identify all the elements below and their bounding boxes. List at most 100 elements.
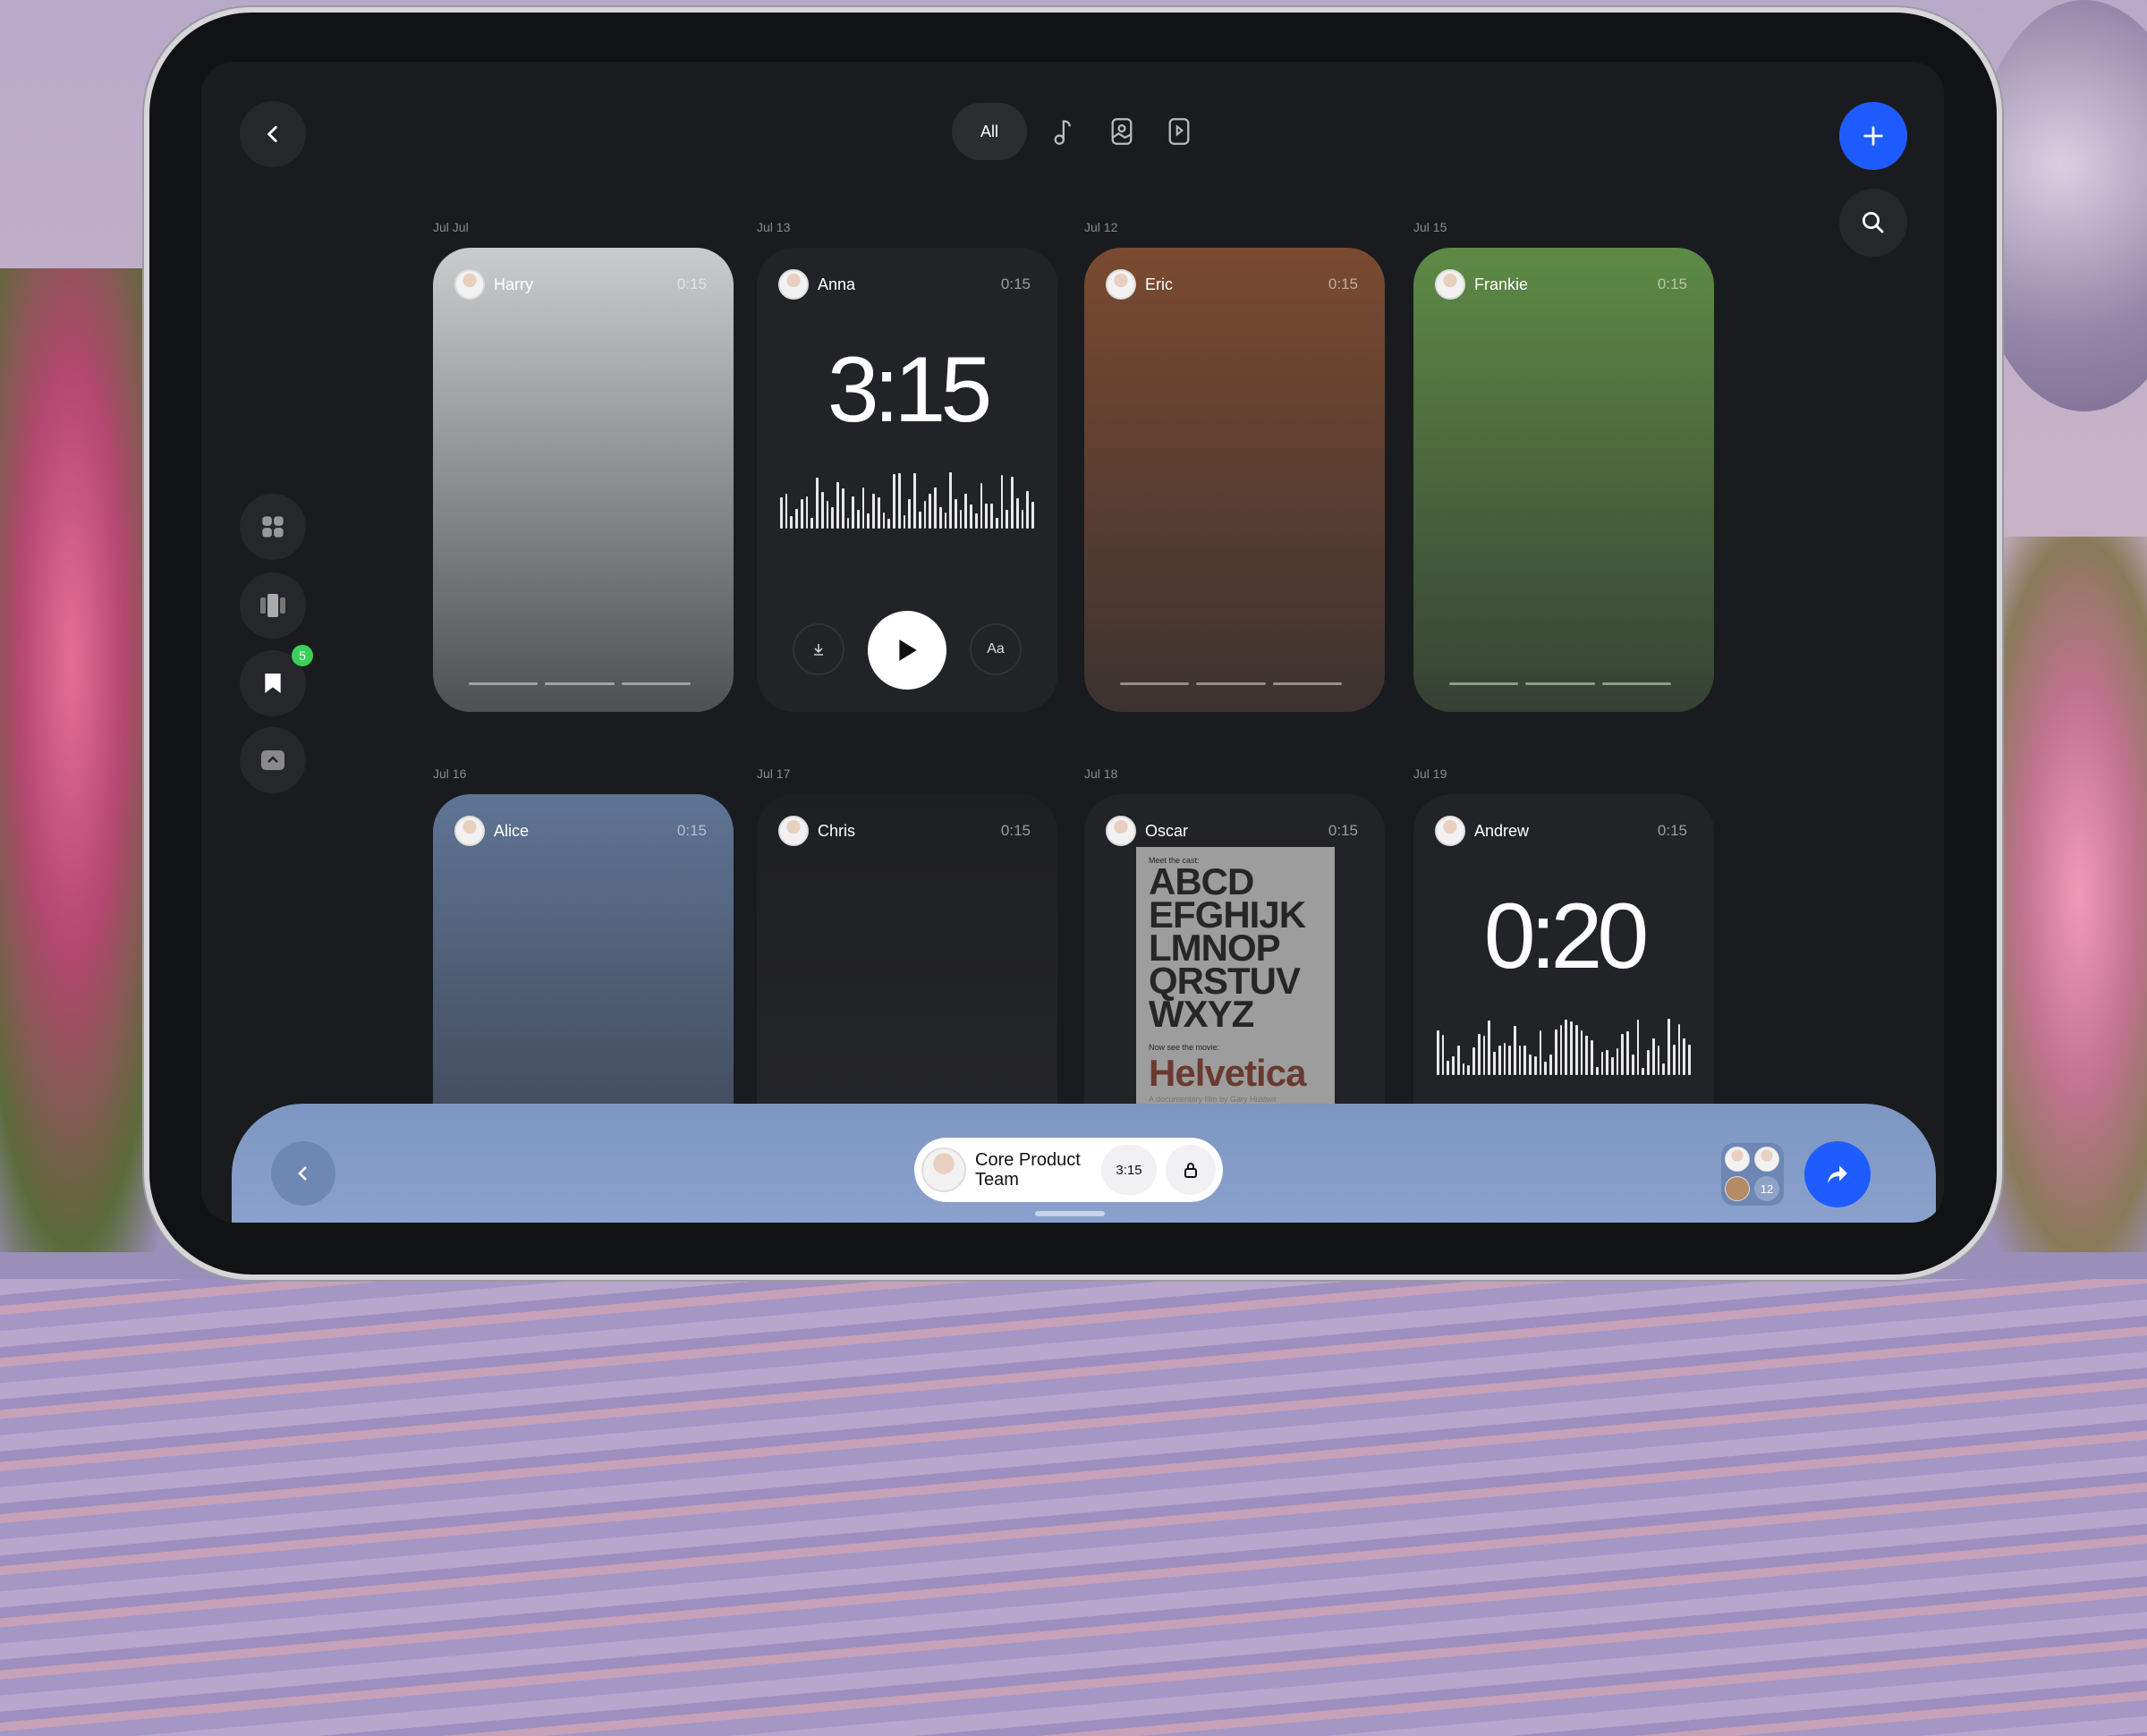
waveform-bar [1631, 1054, 1634, 1075]
duration: 0:15 [1000, 822, 1031, 839]
waveform-bar [1600, 1052, 1604, 1075]
poster-letters: WXYZ [1149, 993, 1254, 1035]
waveform-bar [852, 496, 855, 529]
add-button[interactable] [1839, 102, 1907, 170]
sidebar-item-bookmarks[interactable]: 5 [240, 645, 313, 716]
download-button[interactable] [793, 623, 844, 675]
author-name: Andrew [1474, 821, 1530, 840]
waveform-bar [887, 519, 891, 529]
waveform [780, 471, 1034, 529]
bottom-back-button[interactable] [271, 1141, 335, 1206]
download-icon [814, 644, 823, 656]
waveform-bar [1467, 1065, 1471, 1075]
sidebar-item-grid[interactable] [240, 494, 306, 560]
waveform-bar [1554, 1029, 1557, 1075]
bookmark-icon [265, 673, 281, 693]
author-name: Alice [494, 821, 530, 840]
date-label: Jul 19 [1413, 766, 1447, 781]
member-count: 12 [1754, 1176, 1779, 1201]
waveform-bar [1668, 1019, 1670, 1075]
waveform-bar [810, 518, 814, 529]
date-label: Jul 12 [1084, 220, 1118, 234]
waveform-bar [1523, 1046, 1527, 1075]
waveform-bar [995, 518, 998, 529]
tab-music[interactable] [1045, 112, 1084, 151]
lock-button[interactable] [1166, 1145, 1216, 1195]
waveform-bar [1580, 1030, 1583, 1075]
author-name: Anna [818, 275, 856, 293]
waveform-bar [1503, 1043, 1506, 1075]
waveform-bar [929, 494, 932, 529]
time-button[interactable]: 3:15 [1101, 1145, 1157, 1195]
waveform-bar [1647, 1050, 1650, 1075]
waveform-bar [938, 507, 942, 529]
waveform-bar [908, 499, 912, 529]
tab-videos[interactable] [1159, 112, 1199, 151]
waveform-bar [970, 504, 972, 529]
tab-all[interactable]: All [952, 103, 1027, 160]
waveform-bar [1488, 1020, 1491, 1075]
video-file-icon [1168, 118, 1190, 145]
waveform-bar [959, 510, 963, 529]
member-avatar [1725, 1176, 1750, 1201]
play-button[interactable] [868, 611, 946, 690]
date-label: Jul Jul [433, 220, 469, 234]
waveform-bar [980, 483, 983, 529]
card-header: Oscar 0:15 [1106, 816, 1358, 846]
forward-arrow-icon [1828, 1165, 1847, 1183]
members-button[interactable]: 12 [1721, 1143, 1784, 1206]
media-card[interactable]: Frankie 0:15 [1413, 248, 1714, 712]
waveform-bar [1482, 1036, 1486, 1075]
card-header: Chris 0:15 [778, 816, 1031, 846]
group-chip[interactable]: Core Product Team 3:15 [914, 1138, 1223, 1202]
member-avatar [1754, 1147, 1779, 1172]
group-name: Core Product Team [975, 1150, 1092, 1190]
waveform-bar [861, 487, 865, 529]
notification-badge: 5 [292, 645, 313, 666]
duration: 0:15 [676, 822, 707, 839]
waveform-bar [974, 513, 978, 529]
avatar [1435, 269, 1465, 300]
waveform-bar [1514, 1026, 1516, 1075]
author-name: Chris [818, 821, 856, 840]
member-avatar [1725, 1147, 1750, 1172]
waveform-bar [790, 516, 793, 529]
poster-sub: Now see the movie: [1149, 1043, 1220, 1052]
background-water [0, 1279, 2147, 1736]
media-card[interactable]: Anna 0:15 3:15 Aa [757, 248, 1057, 712]
chevron-left-icon [267, 126, 277, 142]
waveform-bar [1447, 1061, 1450, 1075]
media-card[interactable]: Harry 0:15 [433, 248, 734, 712]
back-button[interactable] [240, 101, 306, 167]
sidebar-item-collapse[interactable] [240, 727, 306, 793]
card-header: Alice 0:15 [454, 816, 707, 846]
waveform-bar [882, 512, 886, 529]
waveform-bar [893, 474, 895, 529]
waveform-bar [1662, 1063, 1666, 1075]
waveform-bar [1585, 1036, 1589, 1075]
duration: 0:15 [1000, 275, 1031, 292]
avatar [454, 816, 485, 846]
waveform-bar [1606, 1050, 1608, 1075]
group-name-line: Core Product [975, 1150, 1081, 1170]
waveform-bar [913, 473, 916, 529]
group-avatar [921, 1147, 966, 1192]
waveform-bar [1574, 1025, 1578, 1075]
search-button[interactable] [1839, 189, 1907, 257]
text-button[interactable]: Aa [970, 623, 1022, 675]
avatar [1106, 816, 1136, 846]
avatar [1106, 269, 1136, 300]
waveform-bar [1651, 1038, 1655, 1075]
grid-icon [262, 516, 284, 538]
card-header: Andrew 0:15 [1435, 816, 1687, 846]
waveform-bar [1477, 1034, 1481, 1075]
filter-tabs: All [952, 103, 1199, 160]
waveform-bar [1672, 1045, 1676, 1075]
media-card[interactable]: Eric 0:15 [1084, 248, 1385, 712]
waveform-bar [846, 518, 850, 529]
waveform-bar [897, 473, 901, 529]
tab-images[interactable] [1102, 112, 1141, 151]
sidebar-item-carousel[interactable] [240, 572, 306, 639]
waveform-bar [903, 515, 906, 529]
share-button[interactable] [1804, 1141, 1871, 1207]
